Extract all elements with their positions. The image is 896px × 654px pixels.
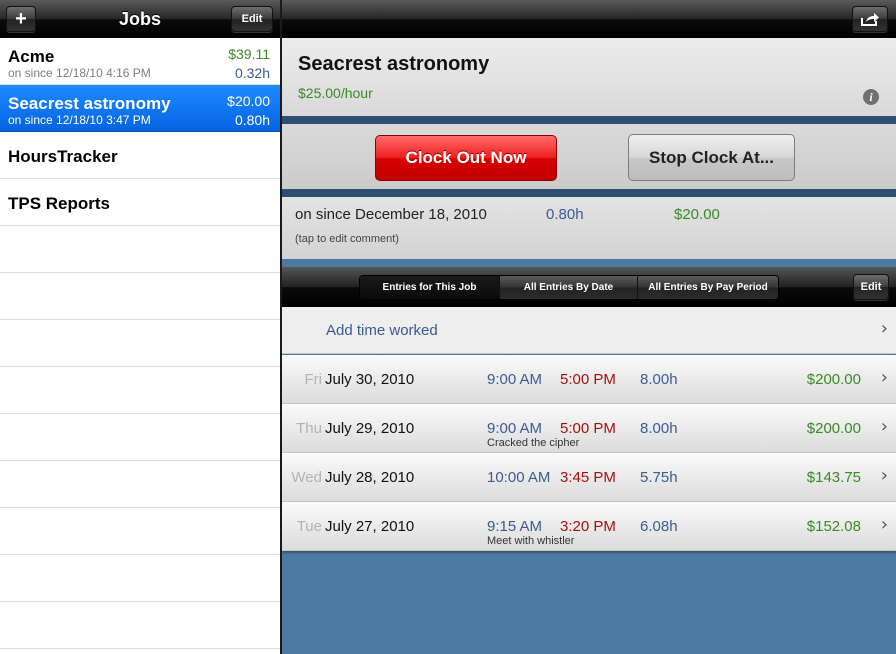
entry-hours: 8.00h: [640, 420, 678, 437]
entry-amount: $152.08: [806, 518, 861, 535]
job-title: Seacrest astronomy: [298, 53, 490, 75]
time-entry-row[interactable]: Thu July 29, 2010 9:00 AM 5:00 PM 8.00h …: [282, 404, 896, 453]
empty-row: [0, 273, 280, 320]
job-name: HoursTracker: [8, 147, 118, 166]
job-status: on since 12/18/10 3:47 PM: [8, 113, 151, 127]
job-row-acme[interactable]: Acme on since 12/18/10 4:16 PM $39.11 0.…: [0, 38, 280, 85]
job-amount: $20.00: [227, 93, 270, 109]
empty-row: [0, 414, 280, 461]
chevron-right-icon: ›: [880, 514, 888, 535]
entry-start-time: 9:15 AM: [487, 518, 543, 535]
entry-date: July 30, 2010: [325, 371, 415, 388]
entry-start-time: 9:00 AM: [487, 371, 543, 388]
clock-controls: Clock Out Now Stop Clock At...: [282, 124, 896, 189]
empty-row: [0, 555, 280, 602]
session-comment[interactable]: (tap to edit comment): [295, 233, 399, 245]
job-name: Seacrest astronomy: [8, 94, 171, 113]
segment-all-entries-by-pay-period[interactable]: All Entries By Pay Period: [638, 276, 778, 299]
chevron-right-icon: ›: [880, 416, 888, 437]
empty-row: [0, 226, 280, 273]
add-time-label: Add time worked: [326, 322, 438, 339]
chevron-right-icon: ›: [880, 318, 888, 339]
job-detail-panel: Seacrest astronomy $25.00/hour i Clock O…: [282, 0, 896, 654]
job-rate: $25.00/hour: [298, 85, 373, 101]
session-amount: $20.00: [674, 206, 720, 223]
empty-row: [0, 602, 280, 649]
entry-amount: $143.75: [806, 469, 861, 486]
job-hours: 0.80h: [234, 112, 270, 128]
time-entries-list: Fri July 30, 2010 9:00 AM 5:00 PM 8.00h …: [282, 355, 896, 551]
time-entry-row[interactable]: Wed July 28, 2010 10:00 AM 3:45 PM 5.75h…: [282, 453, 896, 502]
stop-clock-at-button[interactable]: Stop Clock At...: [628, 134, 795, 181]
entry-hours: 8.00h: [640, 371, 678, 388]
entry-amount: $200.00: [806, 420, 861, 437]
entry-weekday: Fri: [304, 371, 323, 388]
detail-toolbar: [282, 0, 896, 38]
clock-out-button[interactable]: Clock Out Now: [375, 135, 557, 181]
session-hours: 0.80h: [546, 206, 584, 223]
entry-date: July 27, 2010: [325, 518, 415, 535]
jobs-panel: + Jobs Edit Acme on since 12/18/10 4:16 …: [0, 0, 280, 654]
entry-end-time: 3:20 PM: [560, 518, 616, 535]
job-header: Seacrest astronomy $25.00/hour i: [282, 38, 896, 116]
entry-end-time: 3:45 PM: [560, 469, 616, 486]
divider-stripe: [282, 116, 896, 124]
job-hours: 0.32h: [234, 65, 270, 81]
segment-entries-for-this-job[interactable]: Entries for This Job: [360, 276, 500, 299]
entry-end-time: 5:00 PM: [560, 420, 616, 437]
current-session[interactable]: on since December 18, 2010 0.80h $20.00 …: [282, 197, 896, 259]
entries-segmented-control: Entries for This Job All Entries By Date…: [359, 275, 779, 300]
time-entry-row[interactable]: Tue July 27, 2010 9:15 AM 3:20 PM 6.08h …: [282, 502, 896, 551]
job-row-seacrest-astronomy[interactable]: Seacrest astronomy on since 12/18/10 3:4…: [0, 85, 280, 132]
entry-date: July 28, 2010: [325, 469, 415, 486]
entry-weekday: Wed: [291, 469, 322, 486]
share-icon: [861, 13, 879, 26]
job-row-tps-reports[interactable]: TPS Reports: [0, 179, 280, 226]
session-status: on since December 18, 2010: [295, 206, 487, 223]
share-button[interactable]: [852, 6, 888, 32]
segment-all-entries-by-date[interactable]: All Entries By Date: [500, 276, 638, 299]
job-name: TPS Reports: [8, 194, 111, 213]
empty-row: [0, 367, 280, 414]
empty-row: [0, 508, 280, 555]
entry-weekday: Thu: [296, 420, 322, 437]
divider-stripe: [282, 189, 896, 197]
job-list: Acme on since 12/18/10 4:16 PM $39.11 0.…: [0, 38, 280, 649]
entry-weekday: Tue: [296, 518, 322, 535]
entry-hours: 5.75h: [640, 469, 678, 486]
job-row-hourstracker[interactable]: HoursTracker: [0, 132, 280, 179]
entry-comment: Cracked the cipher: [487, 437, 580, 449]
edit-entries-button[interactable]: Edit: [853, 274, 889, 300]
empty-row: [0, 461, 280, 508]
chevron-right-icon: ›: [880, 465, 888, 486]
job-name: Acme: [8, 47, 55, 66]
empty-row: [0, 320, 280, 367]
job-amount: $39.11: [228, 46, 270, 62]
entry-date: July 29, 2010: [325, 420, 415, 437]
chevron-right-icon: ›: [880, 367, 888, 388]
time-entry-row[interactable]: Fri July 30, 2010 9:00 AM 5:00 PM 8.00h …: [282, 355, 896, 404]
jobs-toolbar: + Jobs Edit: [0, 0, 280, 38]
entries-toolbar: Entries for This Job All Entries By Date…: [282, 267, 896, 307]
entry-hours: 6.08h: [640, 518, 678, 535]
entry-start-time: 9:00 AM: [487, 420, 543, 437]
edit-jobs-button[interactable]: Edit: [231, 6, 273, 32]
entry-comment: Meet with whistler: [487, 535, 575, 547]
entry-start-time: 10:00 AM: [487, 469, 551, 486]
entry-amount: $200.00: [806, 371, 861, 388]
info-icon[interactable]: i: [863, 89, 879, 105]
add-time-worked-row[interactable]: Add time worked ›: [282, 307, 896, 354]
entry-end-time: 5:00 PM: [560, 371, 616, 388]
job-status: on since 12/18/10 4:16 PM: [8, 66, 151, 80]
